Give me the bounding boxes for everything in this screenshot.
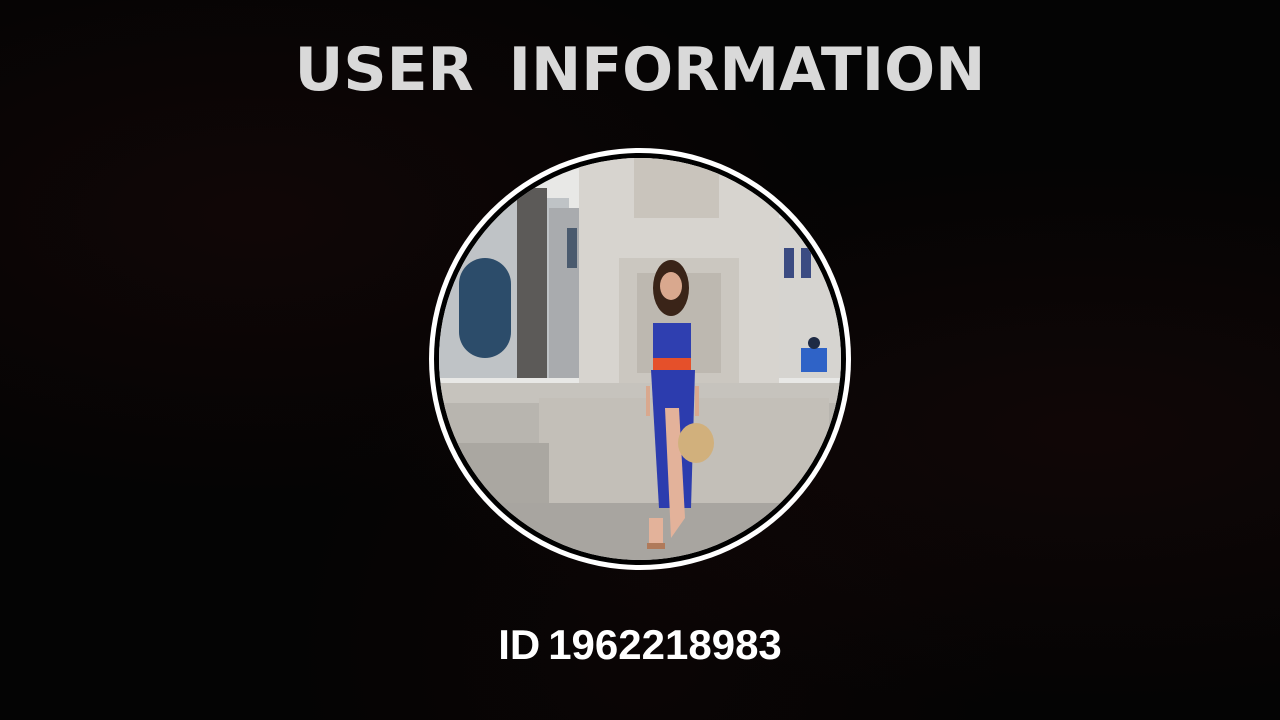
user-photo (439, 158, 841, 560)
avatar (429, 148, 851, 570)
user-id-value: 1962218983 (548, 621, 782, 668)
page-title: USER INFORMATION (294, 35, 986, 105)
id-label: ID (498, 621, 541, 668)
user-photo-illustration (439, 158, 841, 560)
user-id-line: ID 1962218983 (0, 618, 1280, 672)
avatar-border (434, 153, 846, 565)
user-information-screen: USER INFORMATION ID 1962218983 (0, 0, 1280, 720)
